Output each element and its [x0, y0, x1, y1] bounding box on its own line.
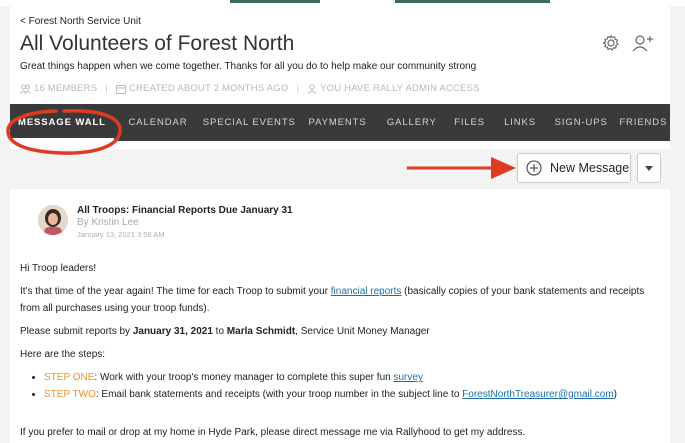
survey-link[interactable]: survey: [393, 372, 422, 383]
post-title[interactable]: All Troops: Financial Reports Due Januar…: [77, 205, 293, 216]
group-tagline: Great things happen when we come togethe…: [20, 61, 477, 72]
post-author[interactable]: By Kristin Lee: [77, 217, 139, 228]
step-one: STEP ONE: Work with your troop's money m…: [44, 369, 666, 386]
tab-payments[interactable]: PAYMENTS: [296, 104, 379, 141]
tab-calendar[interactable]: CALENDAR: [114, 104, 202, 141]
new-message-label: New Message: [550, 161, 630, 175]
financial-reports-link[interactable]: financial reports: [331, 286, 402, 297]
step-two: STEP TWO: Email bank statements and rece…: [44, 386, 666, 403]
post-date: January 13, 2021 3:58 AM: [77, 230, 165, 239]
new-message-button[interactable]: New Message: [517, 153, 631, 183]
tab-sign-ups[interactable]: SIGN-UPS: [546, 104, 617, 141]
author-avatar[interactable]: [38, 205, 68, 235]
tab-files[interactable]: FILES: [445, 104, 495, 141]
person-icon: [307, 83, 317, 94]
page-title: All Volunteers of Forest North: [20, 32, 295, 55]
plus-circle-icon: [526, 160, 542, 176]
group-header: < Forest North Service Unit All Voluntee…: [10, 6, 670, 104]
group-card: < Forest North Service Unit All Voluntee…: [10, 6, 670, 443]
message-toolbar: New Message: [10, 149, 670, 189]
group-nav: MESSAGE WALL CALENDAR SPECIAL EVENTS PAYMEN…: [10, 104, 670, 141]
gear-icon[interactable]: [602, 34, 620, 52]
new-message-dropdown-button[interactable]: [637, 153, 661, 183]
add-person-icon[interactable]: [632, 34, 654, 52]
header-actions: [602, 34, 654, 52]
post-paragraph-last: If you prefer to mail or drop at my home…: [20, 427, 526, 438]
members-icon: [20, 84, 31, 94]
post-paragraph-1: It's that time of the year again! The ti…: [20, 286, 645, 314]
breadcrumb-back-link[interactable]: < Forest North Service Unit: [20, 16, 141, 27]
created-date: CREATED ABOUT 2 MONTHS AGO: [128, 83, 289, 94]
tab-special-events[interactable]: SPECIAL EVENTS: [202, 104, 296, 141]
members-count[interactable]: 16 MEMBERS: [34, 83, 97, 94]
admin-access: YOU HAVE RALLY ADMIN ACCESS: [320, 83, 480, 94]
tab-message-wall[interactable]: MESSAGE WALL: [10, 104, 114, 141]
message-post: All Troops: Financial Reports Due Januar…: [10, 189, 670, 443]
treasurer-email-link[interactable]: ForestNorthTreasurer@gmail.com: [462, 389, 613, 400]
steps-intro: Here are the steps:: [20, 349, 106, 360]
steps-list: STEP ONE: Work with your troop's money m…: [20, 369, 666, 403]
tab-gallery[interactable]: GALLERY: [379, 104, 445, 141]
group-meta: 16 MEMBERS | CREATED ABOUT 2 MONTHS AGO …: [20, 83, 480, 94]
post-greeting: Hi Troop leaders!: [20, 263, 97, 274]
tab-links[interactable]: LINKS: [494, 104, 545, 141]
caret-down-icon: [645, 165, 653, 171]
post-paragraph-2: Please submit reports by January 31, 202…: [20, 326, 430, 337]
post-body: Hi Troop leaders! It's that time of the …: [20, 260, 666, 403]
calendar-icon: [115, 84, 126, 94]
tab-friends[interactable]: FRIENDS: [617, 104, 670, 141]
